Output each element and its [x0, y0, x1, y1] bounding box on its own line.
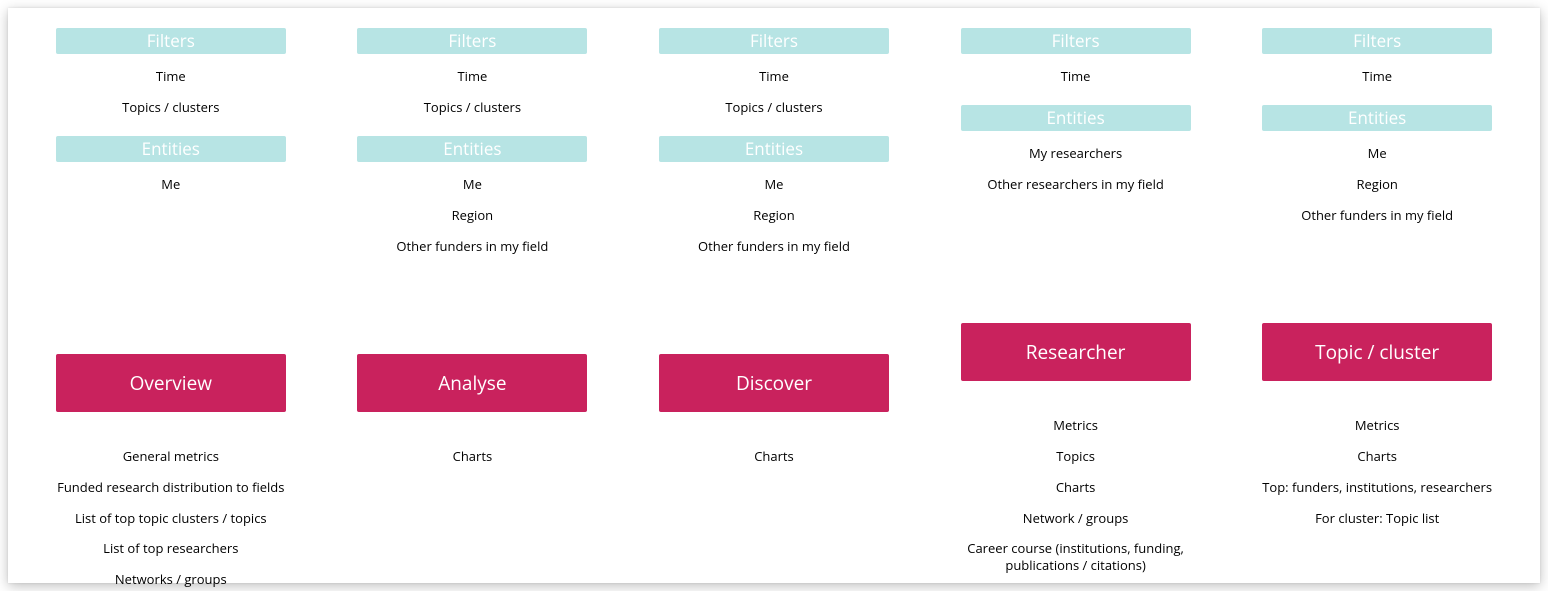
filters-list: Time Topics / clusters: [28, 68, 314, 116]
content-item: Networks / groups: [115, 571, 227, 588]
entities-header: Entities: [961, 105, 1191, 131]
content-item: Metrics: [1355, 417, 1400, 434]
content-item: Charts: [754, 448, 794, 465]
section-button-overview[interactable]: Overview: [56, 354, 286, 412]
entity-item: Region: [753, 207, 794, 224]
filters-header: Filters: [1262, 28, 1492, 54]
column-topic-cluster: Filters Time Entities Me Region Other fu…: [1226, 28, 1528, 526]
filters-header: Filters: [659, 28, 889, 54]
contents-list: General metrics Funded research distribu…: [28, 448, 314, 588]
filter-item: Time: [759, 68, 789, 85]
filters-list: Time Topics / clusters: [631, 68, 917, 116]
filter-item: Time: [1362, 68, 1392, 85]
entity-item: Me: [1368, 145, 1387, 162]
contents-list: Metrics Charts Top: funders, institution…: [1234, 417, 1520, 527]
column-overview: Filters Time Topics / clusters Entities …: [20, 28, 322, 588]
entities-list: Me Region Other funders in my field: [1234, 145, 1520, 285]
content-item: Metrics: [1053, 417, 1098, 434]
entity-item: Region: [1356, 176, 1397, 193]
filters-list: Time Topics / clusters: [330, 68, 616, 116]
content-item: For cluster: Topic list: [1315, 510, 1439, 527]
contents-list: Charts: [330, 448, 616, 465]
entity-item: Me: [463, 176, 482, 193]
filter-item: Topics / clusters: [424, 99, 521, 116]
filter-item: Time: [1061, 68, 1091, 85]
content-item: Charts: [453, 448, 493, 465]
filters-header: Filters: [961, 28, 1191, 54]
section-button-researcher[interactable]: Researcher: [961, 323, 1191, 381]
entities-header: Entities: [56, 136, 286, 162]
content-item: Top: funders, institutions, researchers: [1262, 479, 1492, 496]
entities-header: Entities: [1262, 105, 1492, 131]
content-item: List of top researchers: [103, 540, 238, 557]
filters-header: Filters: [56, 28, 286, 54]
entity-item: Me: [161, 176, 180, 193]
filter-item: Time: [156, 68, 186, 85]
diagram-canvas: Filters Time Topics / clusters Entities …: [0, 0, 1548, 591]
entity-item: Me: [764, 176, 783, 193]
content-item: Funded research distribution to fields: [57, 479, 284, 496]
filters-header: Filters: [357, 28, 587, 54]
content-item: General metrics: [123, 448, 219, 465]
entity-item: My researchers: [1029, 145, 1122, 162]
entity-item: Region: [452, 207, 493, 224]
section-button-discover[interactable]: Discover: [659, 354, 889, 412]
filter-item: Topics / clusters: [122, 99, 219, 116]
entities-list: My researchers Other researchers in my f…: [933, 145, 1219, 285]
entity-item: Other funders in my field: [396, 238, 548, 255]
section-button-analyse[interactable]: Analyse: [357, 354, 587, 412]
entities-list: Me Region Other funders in my field: [330, 176, 616, 316]
entities-list: Me: [28, 176, 314, 316]
entities-header: Entities: [659, 136, 889, 162]
filters-list: Time: [933, 68, 1219, 85]
contents-list: Metrics Topics Charts Network / groups C…: [933, 417, 1219, 574]
columns-row: Filters Time Topics / clusters Entities …: [20, 28, 1528, 563]
entities-list: Me Region Other funders in my field: [631, 176, 917, 316]
contents-list: Charts: [631, 448, 917, 465]
filter-item: Time: [458, 68, 488, 85]
section-button-topic-cluster[interactable]: Topic / cluster: [1262, 323, 1492, 381]
entity-item: Other funders in my field: [698, 238, 850, 255]
filters-list: Time: [1234, 68, 1520, 85]
content-item: Charts: [1357, 448, 1397, 465]
column-analyse: Filters Time Topics / clusters Entities …: [322, 28, 624, 465]
entities-header: Entities: [357, 136, 587, 162]
content-item: Topics: [1056, 448, 1095, 465]
content-item: Charts: [1056, 479, 1096, 496]
entity-item: Other funders in my field: [1301, 207, 1453, 224]
content-item: List of top topic clusters / topics: [75, 510, 267, 527]
content-item: Network / groups: [1023, 510, 1129, 527]
filter-item: Topics / clusters: [725, 99, 822, 116]
entity-item: Other researchers in my field: [987, 176, 1163, 193]
diagram-card: Filters Time Topics / clusters Entities …: [8, 8, 1540, 583]
column-researcher: Filters Time Entities My researchers Oth…: [925, 28, 1227, 574]
column-discover: Filters Time Topics / clusters Entities …: [623, 28, 925, 465]
content-item: Career course (institutions, funding, pu…: [933, 540, 1219, 574]
